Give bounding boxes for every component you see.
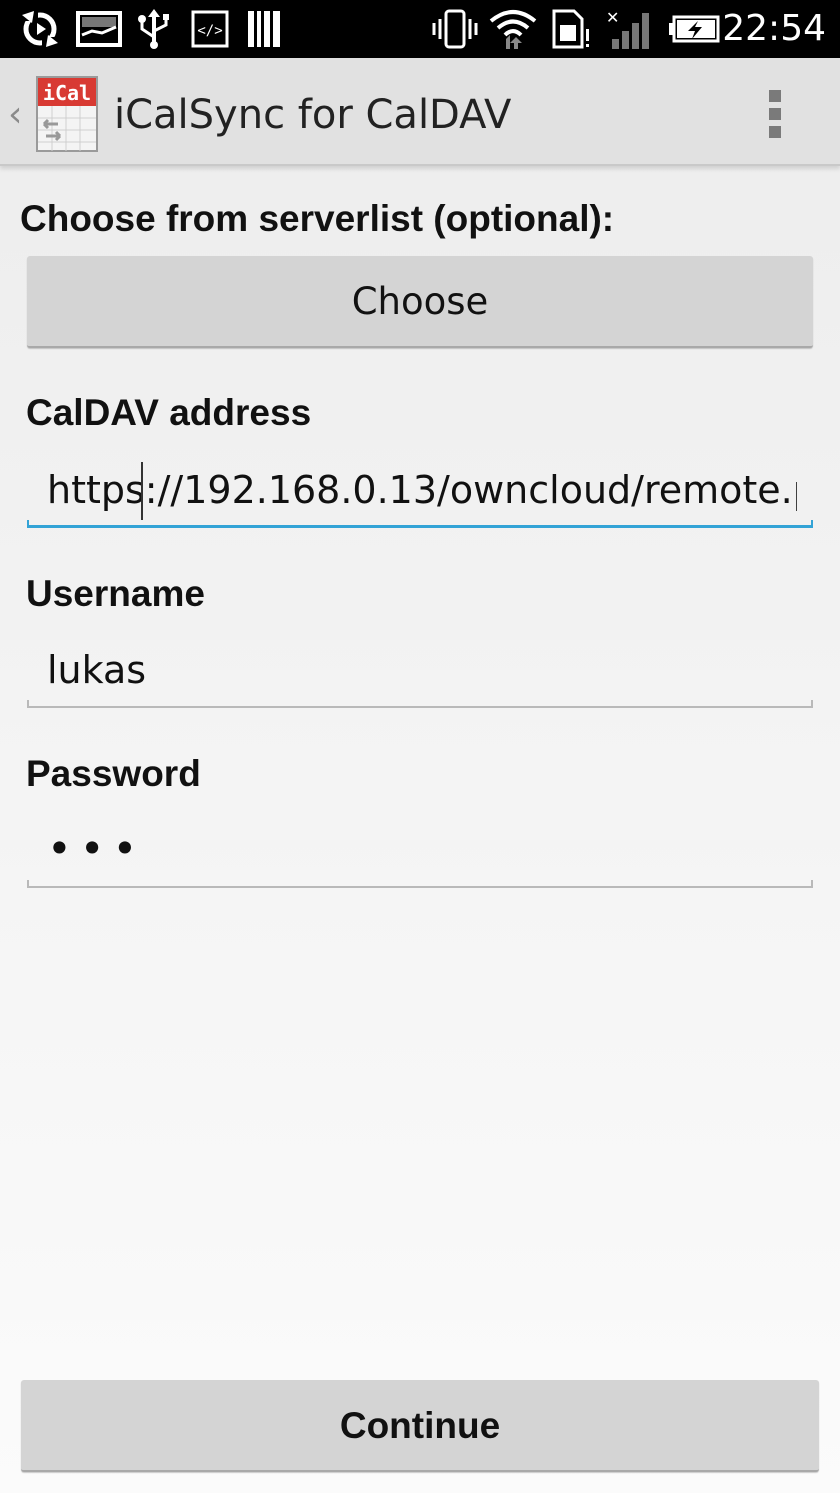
password-underline xyxy=(27,880,813,888)
password-input[interactable]: ••• xyxy=(27,818,813,888)
caldav-address-underline xyxy=(27,520,813,528)
back-chevron-icon[interactable]: ‹ xyxy=(8,94,22,135)
caldav-address-label: CalDAV address xyxy=(26,392,312,433)
continue-button[interactable]: Continue xyxy=(21,1380,819,1472)
status-time: 22:54 xyxy=(722,8,826,49)
status-bar: </> ✕ 22:54 xyxy=(0,0,840,58)
battery-charging-icon xyxy=(669,15,720,43)
vibrate-icon xyxy=(432,9,478,49)
svg-text:iCal: iCal xyxy=(43,81,91,105)
password-label: Password xyxy=(26,753,201,794)
username-value: lukas xyxy=(47,648,147,692)
app-icon-label: iCal xyxy=(43,81,91,105)
signal-icon: ✕ xyxy=(606,9,649,49)
caldav-address-input[interactable]: https://192.168.0.13/owncloud/remote.p xyxy=(27,458,813,528)
username-underline xyxy=(27,700,813,708)
overflow-menu-icon[interactable] xyxy=(760,88,790,140)
text-cursor xyxy=(141,462,143,520)
barcode-icon xyxy=(248,11,280,47)
caldav-address-value: https://192.168.0.13/owncloud/remote.p xyxy=(47,468,797,512)
action-bar: ‹ iCal iCalSync for CalDAV xyxy=(0,58,840,166)
serverlist-label: Choose from serverlist (optional): xyxy=(20,198,615,239)
wifi-icon xyxy=(489,10,537,49)
usb-icon xyxy=(138,9,169,49)
app-title: iCalSync for CalDAV xyxy=(114,92,512,138)
password-value: ••• xyxy=(47,824,146,873)
image-icon xyxy=(76,11,122,47)
username-input[interactable]: lukas xyxy=(27,638,813,708)
svg-text:✕: ✕ xyxy=(606,9,619,27)
choose-button[interactable]: Choose xyxy=(27,256,813,348)
sim-icon xyxy=(552,9,589,49)
sync-icon xyxy=(22,9,58,49)
username-label: Username xyxy=(26,573,205,614)
svg-text:</>: </> xyxy=(197,23,222,39)
code-icon: </> xyxy=(191,10,229,48)
